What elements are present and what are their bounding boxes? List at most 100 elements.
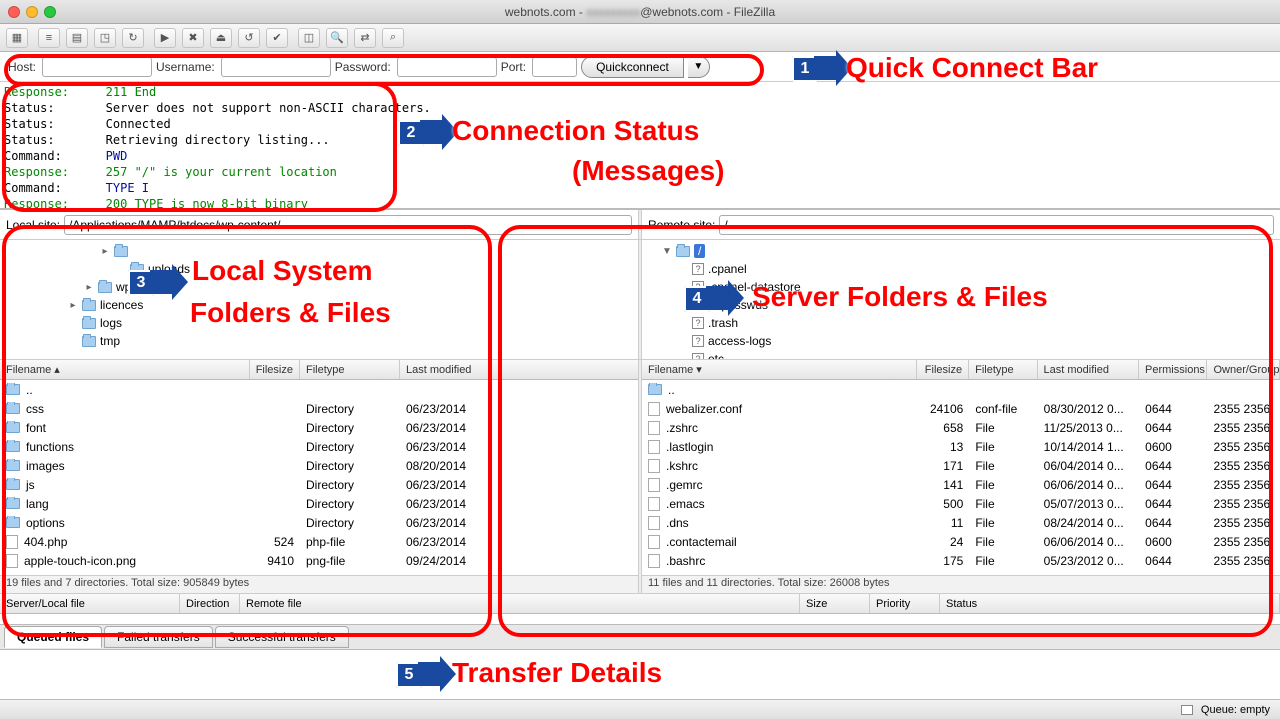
list-item[interactable]: .kshrc171File06/04/2014 0...06442355 235… xyxy=(642,456,1280,475)
column-header[interactable]: Filename ▾ xyxy=(642,360,917,379)
column-header[interactable]: Filetype xyxy=(300,360,400,379)
list-item[interactable]: imagesDirectory08/20/2014 xyxy=(0,456,638,475)
toggle-log-icon[interactable]: ≡ xyxy=(38,28,60,48)
password-input[interactable] xyxy=(397,57,497,77)
tree-item[interactable]: uploads xyxy=(4,260,634,278)
log-label: Command: xyxy=(4,180,84,196)
compare-icon[interactable]: ◫ xyxy=(298,28,320,48)
list-item[interactable]: .contactemail24File06/06/2014 0...060023… xyxy=(642,532,1280,551)
column-header[interactable]: Filesize xyxy=(917,360,969,379)
list-item[interactable]: .gemrc141File06/06/2014 0...06442355 235… xyxy=(642,475,1280,494)
disconnect-icon[interactable]: ⏏ xyxy=(210,28,232,48)
process-queue-icon[interactable]: ▶ xyxy=(154,28,176,48)
column-header[interactable]: Filesize xyxy=(250,360,300,379)
tree-item[interactable]: ▸wp-includes xyxy=(4,278,634,296)
message-log[interactable]: Response: 211 EndStatus: Server does not… xyxy=(0,82,1280,210)
refresh-icon[interactable]: ↻ xyxy=(122,28,144,48)
list-item[interactable]: jsDirectory06/23/2014 xyxy=(0,475,638,494)
local-directory-tree[interactable]: ▸ uploads▸wp-includes▸licenceslogstmp xyxy=(0,240,638,359)
column-header[interactable]: Filetype xyxy=(969,360,1037,379)
remote-list-header[interactable]: Filename ▾FilesizeFiletypeLast modifiedP… xyxy=(642,360,1280,380)
column-header[interactable]: Permissions xyxy=(1139,360,1207,379)
list-item[interactable]: cssDirectory06/23/2014 xyxy=(0,399,638,418)
tab-failed-transfers[interactable]: Failed transfers xyxy=(104,626,213,648)
transfer-queue-header[interactable]: Server/Local file Direction Remote file … xyxy=(0,594,1280,614)
col-direction[interactable]: Direction xyxy=(180,594,240,613)
binoculars-icon[interactable]: ⌕ xyxy=(382,28,404,48)
col-remote-file[interactable]: Remote file xyxy=(240,594,800,613)
remote-site-input[interactable] xyxy=(719,215,1274,235)
expand-arrow-icon[interactable]: ▸ xyxy=(68,300,78,311)
tree-item[interactable]: ?.trash xyxy=(646,314,1276,332)
remote-directory-tree[interactable]: ▼/?.cpanel?.cpanel-datastore?.htpasswds?… xyxy=(642,240,1280,359)
cell: 06/23/2014 xyxy=(400,440,490,454)
port-label: Port: xyxy=(501,60,526,74)
tree-item[interactable]: ?.cpanel xyxy=(646,260,1276,278)
list-item[interactable]: optionsDirectory06/23/2014 xyxy=(0,513,638,532)
zoom-window-button[interactable] xyxy=(44,6,56,18)
minimize-window-button[interactable] xyxy=(26,6,38,18)
list-item[interactable]: fontDirectory06/23/2014 xyxy=(0,418,638,437)
remote-list-body[interactable]: ..webalizer.conf24106conf-file08/30/2012… xyxy=(642,380,1280,575)
username-input[interactable] xyxy=(221,57,331,77)
cancel-icon[interactable]: ✖ xyxy=(182,28,204,48)
port-input[interactable] xyxy=(532,57,577,77)
tree-item[interactable]: ?access-logs xyxy=(646,332,1276,350)
col-server-local[interactable]: Server/Local file xyxy=(0,594,180,613)
column-header[interactable]: Filename ▴ xyxy=(0,360,250,379)
local-list-body[interactable]: ..cssDirectory06/23/2014fontDirectory06/… xyxy=(0,380,638,575)
list-item[interactable]: .emacs500File05/07/2013 0...06442355 235… xyxy=(642,494,1280,513)
expand-arrow-icon[interactable]: ▸ xyxy=(100,246,110,257)
cell: 524 xyxy=(250,535,300,549)
host-input[interactable] xyxy=(42,57,152,77)
list-item[interactable]: functionsDirectory06/23/2014 xyxy=(0,437,638,456)
tree-item[interactable]: ?.htpasswds xyxy=(646,296,1276,314)
search-icon[interactable]: 🔍 xyxy=(326,28,348,48)
tree-item[interactable]: ▸ xyxy=(4,242,634,260)
cell: 2355 2356 xyxy=(1208,478,1280,492)
list-item[interactable]: .lastlogin13File10/14/2014 1...06002355 … xyxy=(642,437,1280,456)
list-item[interactable]: .. xyxy=(642,380,1280,399)
col-priority[interactable]: Priority xyxy=(870,594,940,613)
list-item[interactable]: .bashrc175File05/23/2012 0...06442355 23… xyxy=(642,551,1280,570)
tree-item[interactable]: ?.cpanel-datastore xyxy=(646,278,1276,296)
tree-item[interactable]: ?etc xyxy=(646,350,1276,359)
list-item[interactable]: langDirectory06/23/2014 xyxy=(0,494,638,513)
column-header[interactable]: Owner/Group xyxy=(1207,360,1280,379)
tree-item[interactable]: ▼/ xyxy=(646,242,1276,260)
column-header[interactable]: Last modified xyxy=(400,360,490,379)
filter-icon[interactable]: ✔ xyxy=(266,28,288,48)
sync-icon[interactable]: ⇄ xyxy=(354,28,376,48)
expand-arrow-icon[interactable]: ▸ xyxy=(84,282,94,293)
list-item[interactable]: apple-touch-icon.png9410png-file09/24/20… xyxy=(0,551,638,570)
local-list-header[interactable]: Filename ▴FilesizeFiletypeLast modified xyxy=(0,360,638,380)
unknown-icon: ? xyxy=(692,281,704,293)
list-item[interactable]: .dns11File08/24/2014 0...06442355 2356 xyxy=(642,513,1280,532)
tree-item[interactable]: ▸licences xyxy=(4,296,634,314)
close-window-button[interactable] xyxy=(8,6,20,18)
list-item[interactable]: .zshrc658File11/25/2013 0...06442355 235… xyxy=(642,418,1280,437)
local-site-input[interactable] xyxy=(64,215,632,235)
cell: File xyxy=(969,535,1037,549)
log-line: Response: 257 "/" is your current locati… xyxy=(4,164,1276,180)
toggle-queue-icon[interactable]: ◳ xyxy=(94,28,116,48)
list-item[interactable]: .. xyxy=(0,380,638,399)
site-manager-icon[interactable]: ▦ xyxy=(6,28,28,48)
column-header[interactable]: Last modified xyxy=(1038,360,1140,379)
quickconnect-history-button[interactable]: ▼ xyxy=(688,56,710,78)
reconnect-icon[interactable]: ↺ xyxy=(238,28,260,48)
quickconnect-button[interactable]: Quickconnect xyxy=(581,56,684,78)
tree-item[interactable]: logs xyxy=(4,314,634,332)
transfer-queue-body[interactable] xyxy=(0,614,1280,624)
col-size[interactable]: Size xyxy=(800,594,870,613)
tree-item[interactable]: tmp xyxy=(4,332,634,350)
folder-icon xyxy=(648,384,662,395)
col-status[interactable]: Status xyxy=(940,594,1280,613)
list-item[interactable]: 404.php524php-file06/23/2014 xyxy=(0,532,638,551)
list-item[interactable]: webalizer.conf24106conf-file08/30/2012 0… xyxy=(642,399,1280,418)
expand-arrow-icon[interactable]: ▼ xyxy=(662,246,672,257)
tab-successful-transfers[interactable]: Successful transfers xyxy=(215,626,349,648)
toggle-tree-icon[interactable]: ▤ xyxy=(66,28,88,48)
tab-queued-files[interactable]: Queued files xyxy=(4,626,102,648)
log-line: Response: 211 End xyxy=(4,84,1276,100)
